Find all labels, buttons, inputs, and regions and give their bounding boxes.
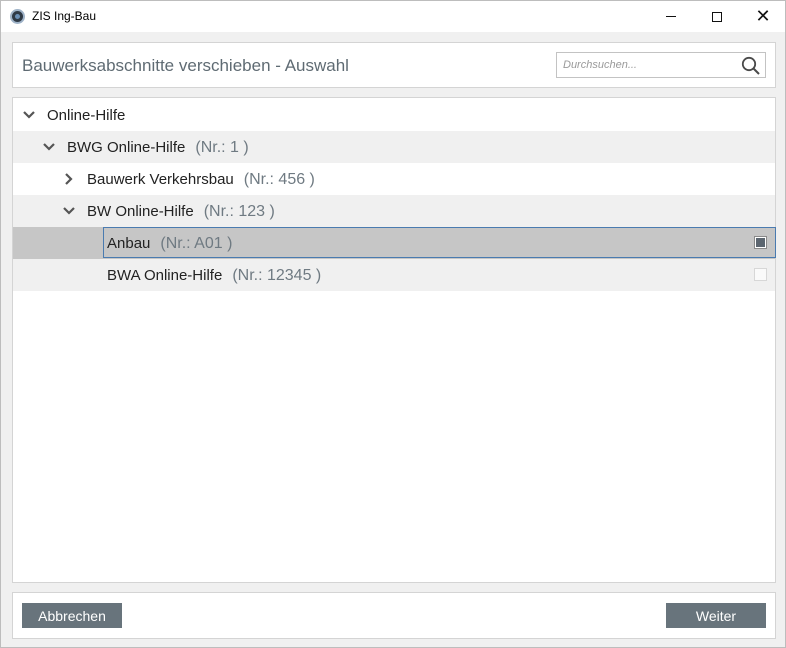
app-window: ZIS Ing-Bau ✕ Bauwerksabschnitte verschi…: [0, 0, 786, 648]
maximize-button[interactable]: [694, 1, 740, 32]
tree-row-number: (Nr.: A01 ): [160, 235, 233, 252]
row-checkbox[interactable]: [754, 268, 767, 281]
search-box[interactable]: [556, 52, 766, 78]
title-bar: ZIS Ing-Bau ✕: [1, 1, 785, 32]
close-button[interactable]: ✕: [740, 1, 786, 32]
search-input[interactable]: [563, 57, 733, 73]
minimize-icon: [666, 16, 676, 17]
tree-row-bwa-online-hilfe[interactable]: BWA Online-Hilfe (Nr.: 12345 ): [13, 259, 775, 291]
tree-row-label: BWA Online-Hilfe (Nr.: 12345 ): [107, 267, 322, 284]
footer-panel: Abbrechen Weiter: [12, 592, 776, 639]
cancel-button[interactable]: Abbrechen: [22, 603, 122, 628]
tree-row-label: Bauwerk Verkehrsbau (Nr.: 456 ): [87, 171, 315, 188]
tree-row-label: Anbau (Nr.: A01 ): [107, 235, 233, 252]
tree-row-bw-online-hilfe[interactable]: BW Online-Hilfe (Nr.: 123 ): [13, 195, 775, 227]
tree-row-label: BW Online-Hilfe (Nr.: 123 ): [87, 203, 275, 220]
tree-row-label: BWG Online-Hilfe (Nr.: 1 ): [67, 139, 249, 156]
search-icon[interactable]: [741, 56, 761, 76]
tree-row-number: (Nr.: 1 ): [195, 139, 249, 156]
tree-view: Online-Hilfe BWG Online-Hilfe (Nr.: 1 ) B…: [12, 97, 776, 583]
chevron-down-icon[interactable]: [42, 140, 56, 154]
row-checkbox-checked[interactable]: [754, 236, 767, 249]
chevron-right-icon[interactable]: [62, 172, 76, 186]
tree-row-number: (Nr.: 123 ): [203, 203, 275, 220]
chevron-down-icon[interactable]: [62, 204, 76, 218]
maximize-icon: [712, 11, 722, 22]
tree-row-number: (Nr.: 12345 ): [232, 267, 322, 284]
tree-row-bauwerk-verkehrsbau[interactable]: Bauwerk Verkehrsbau (Nr.: 456 ): [13, 163, 775, 195]
page-title: Bauwerksabschnitte verschieben - Auswahl: [22, 56, 349, 75]
chevron-down-icon[interactable]: [22, 108, 36, 122]
close-icon: ✕: [755, 5, 771, 27]
next-button[interactable]: Weiter: [666, 603, 766, 628]
window-title: ZIS Ing-Bau: [32, 9, 97, 23]
app-logo-icon: [10, 9, 25, 24]
tree-row-anbau[interactable]: Anbau (Nr.: A01 ): [13, 227, 776, 259]
tree-row-bwg-online-hilfe[interactable]: BWG Online-Hilfe (Nr.: 1 ): [13, 131, 775, 163]
header-panel: Bauwerksabschnitte verschieben - Auswahl: [12, 42, 776, 88]
tree-row-number: (Nr.: 456 ): [243, 171, 315, 188]
tree-row-label: Online-Hilfe: [47, 107, 126, 124]
tree-row-online-hilfe[interactable]: Online-Hilfe: [13, 99, 775, 131]
minimize-button[interactable]: [648, 1, 694, 32]
